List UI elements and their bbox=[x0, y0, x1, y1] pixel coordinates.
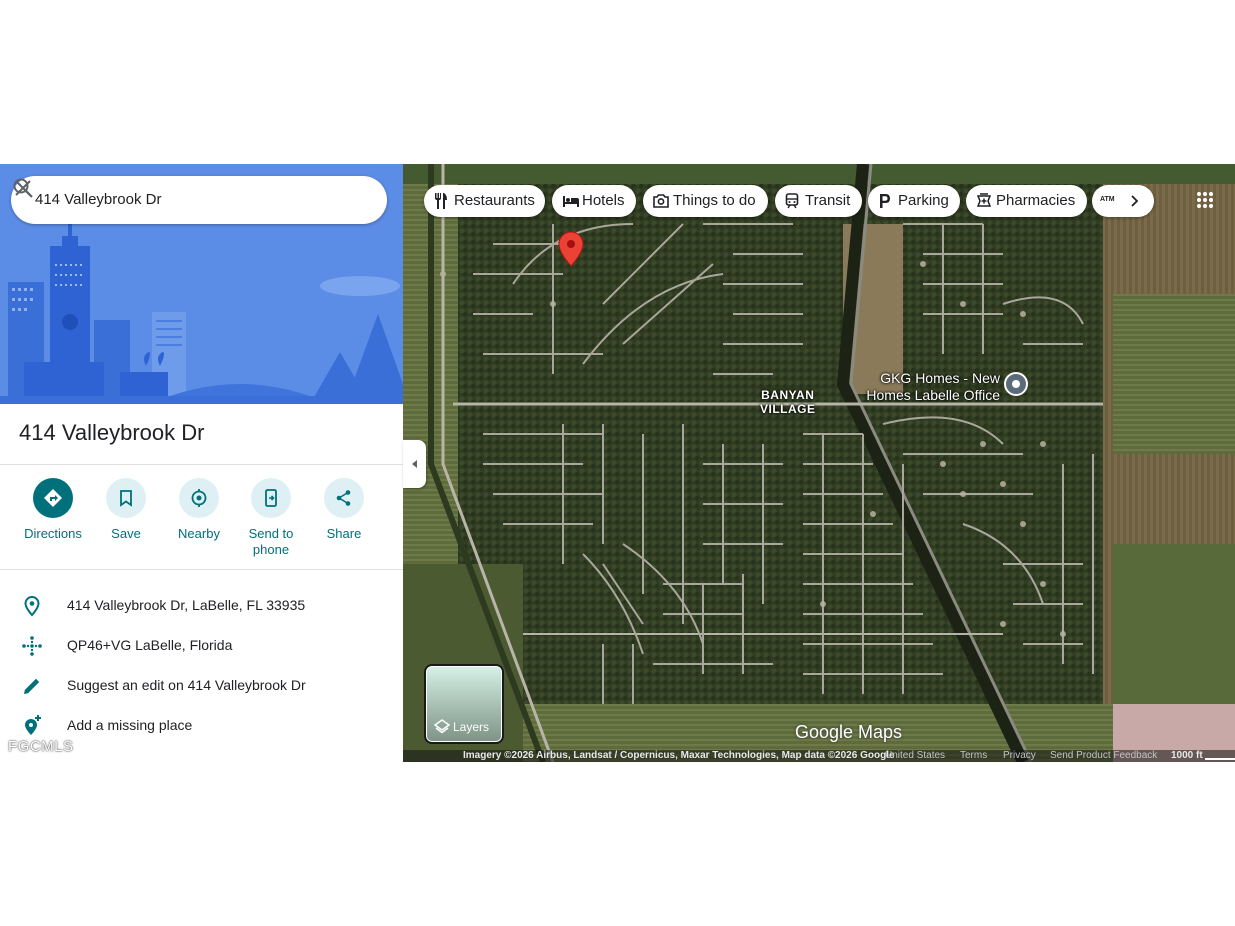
parking-icon bbox=[880, 194, 890, 208]
bookmark-icon bbox=[120, 490, 132, 507]
chip-restaurants[interactable]: Restaurants bbox=[424, 185, 545, 217]
chip-transit[interactable]: Transit bbox=[775, 185, 862, 217]
chip-things-to-do-label: Things to do bbox=[673, 192, 756, 209]
hero-illustration: 414 Valleybrook Dr bbox=[0, 164, 403, 404]
share-icon bbox=[336, 490, 351, 506]
hotel-icon bbox=[563, 196, 579, 207]
maps-screenshot: 414 Valleybrook Dr 414 Valleybrook Dr Di… bbox=[0, 164, 1235, 762]
add-place-icon bbox=[25, 715, 41, 735]
chip-hotels-label: Hotels bbox=[582, 192, 625, 209]
satellite-map[interactable] bbox=[403, 164, 1235, 762]
suggest-edit-text: Suggest an edit on 414 Valleybrook Dr bbox=[67, 677, 306, 693]
suggest-edit-row[interactable]: Suggest an edit on 414 Valleybrook Dr bbox=[0, 666, 403, 706]
apps-grid-icon[interactable] bbox=[1196, 191, 1214, 209]
poi-label[interactable]: GKG Homes - New Homes Labelle Office bbox=[862, 370, 1000, 404]
directions-label: Directions bbox=[24, 526, 82, 541]
poi-label-line2: Homes Labelle Office bbox=[866, 387, 1000, 403]
address-row[interactable]: 414 Valleybrook Dr, LaBelle, FL 33935 bbox=[0, 586, 403, 626]
feedback-link[interactable]: Send Product Feedback bbox=[1050, 750, 1157, 761]
close-icon[interactable] bbox=[11, 176, 35, 200]
satellite-imagery bbox=[403, 164, 1235, 762]
save-button[interactable]: Save bbox=[90, 478, 162, 542]
camera-icon bbox=[653, 194, 669, 208]
chevron-right-icon[interactable] bbox=[1124, 191, 1144, 211]
plus-code-row[interactable]: QP46+VG LaBelle, Florida bbox=[0, 626, 403, 666]
poi-label-line1: GKG Homes - New bbox=[880, 370, 1000, 386]
chip-atm[interactable]: ATM bbox=[1092, 185, 1154, 217]
place-panel: 414 Valleybrook Dr 414 Valleybrook Dr Di… bbox=[0, 164, 403, 762]
area-label: BANYAN VILLAGE bbox=[760, 388, 816, 416]
pharmacy-icon bbox=[976, 193, 992, 207]
chip-things-to-do[interactable]: Things to do bbox=[643, 185, 768, 217]
google-maps-logo: Google Maps bbox=[795, 722, 903, 742]
divider bbox=[0, 464, 403, 465]
watermark: FGCMLS bbox=[8, 738, 74, 755]
nearby-label: Nearby bbox=[178, 526, 220, 541]
chip-parking-label: Parking bbox=[898, 192, 949, 209]
search-input[interactable]: 414 Valleybrook Dr bbox=[35, 191, 161, 208]
chip-parking[interactable]: Parking bbox=[868, 185, 960, 217]
plus-code-text: QP46+VG LaBelle, Florida bbox=[67, 637, 233, 653]
address-text: 414 Valleybrook Dr, LaBelle, FL 33935 bbox=[67, 597, 306, 613]
layers-icon bbox=[434, 719, 450, 734]
poi-marker-icon[interactable] bbox=[1004, 372, 1028, 396]
chip-pharmacies-label: Pharmacies bbox=[996, 192, 1076, 209]
terms-link[interactable]: Terms bbox=[960, 750, 987, 761]
pencil-icon bbox=[24, 678, 40, 694]
chip-transit-label: Transit bbox=[805, 192, 851, 209]
nearby-icon bbox=[191, 489, 207, 507]
share-label: Share bbox=[326, 526, 362, 541]
imagery-attribution: Imagery ©2026 Airbus, Landsat / Copernic… bbox=[463, 750, 895, 761]
directions-icon bbox=[44, 489, 62, 507]
train-icon bbox=[785, 193, 799, 209]
send-to-phone-icon bbox=[265, 489, 277, 507]
scale-bar bbox=[1205, 758, 1235, 760]
layers-label: Layers bbox=[453, 720, 490, 734]
nearby-button[interactable]: Nearby bbox=[163, 478, 235, 542]
area-label-line2: VILLAGE bbox=[760, 402, 816, 416]
search-box[interactable]: 414 Valleybrook Dr bbox=[11, 176, 387, 224]
chevron-left-icon bbox=[412, 460, 417, 468]
collapse-panel-button[interactable] bbox=[403, 440, 426, 488]
plus-code-icon bbox=[22, 636, 42, 656]
list-icon bbox=[20, 754, 44, 762]
area-label-line1: BANYAN bbox=[761, 388, 815, 402]
add-missing-place-text: Add a missing place bbox=[67, 717, 193, 733]
send-to-phone-button[interactable]: Send to phone bbox=[235, 478, 307, 558]
save-label: Save bbox=[111, 526, 141, 541]
send-to-phone-label: Send to phone bbox=[248, 526, 294, 557]
scale-label: 1000 ft bbox=[1171, 750, 1203, 761]
layers-button[interactable]: Layers bbox=[424, 664, 504, 744]
chip-pharmacies[interactable]: Pharmacies bbox=[966, 185, 1087, 217]
privacy-link[interactable]: Privacy bbox=[1003, 750, 1036, 761]
chip-hotels[interactable]: Hotels bbox=[552, 185, 636, 217]
location-pin-icon bbox=[24, 595, 40, 617]
restaurant-icon bbox=[435, 193, 447, 209]
directions-button[interactable]: Directions bbox=[17, 478, 89, 542]
chip-restaurants-label: Restaurants bbox=[454, 192, 535, 209]
country-link[interactable]: United States bbox=[885, 750, 945, 761]
attribution-bar: Imagery ©2026 Airbus, Landsat / Copernic… bbox=[403, 750, 1235, 762]
share-button[interactable]: Share bbox=[308, 478, 380, 542]
atm-icon: ATM bbox=[1100, 196, 1115, 203]
place-title: 414 Valleybrook Dr bbox=[19, 420, 205, 445]
divider bbox=[0, 569, 403, 570]
